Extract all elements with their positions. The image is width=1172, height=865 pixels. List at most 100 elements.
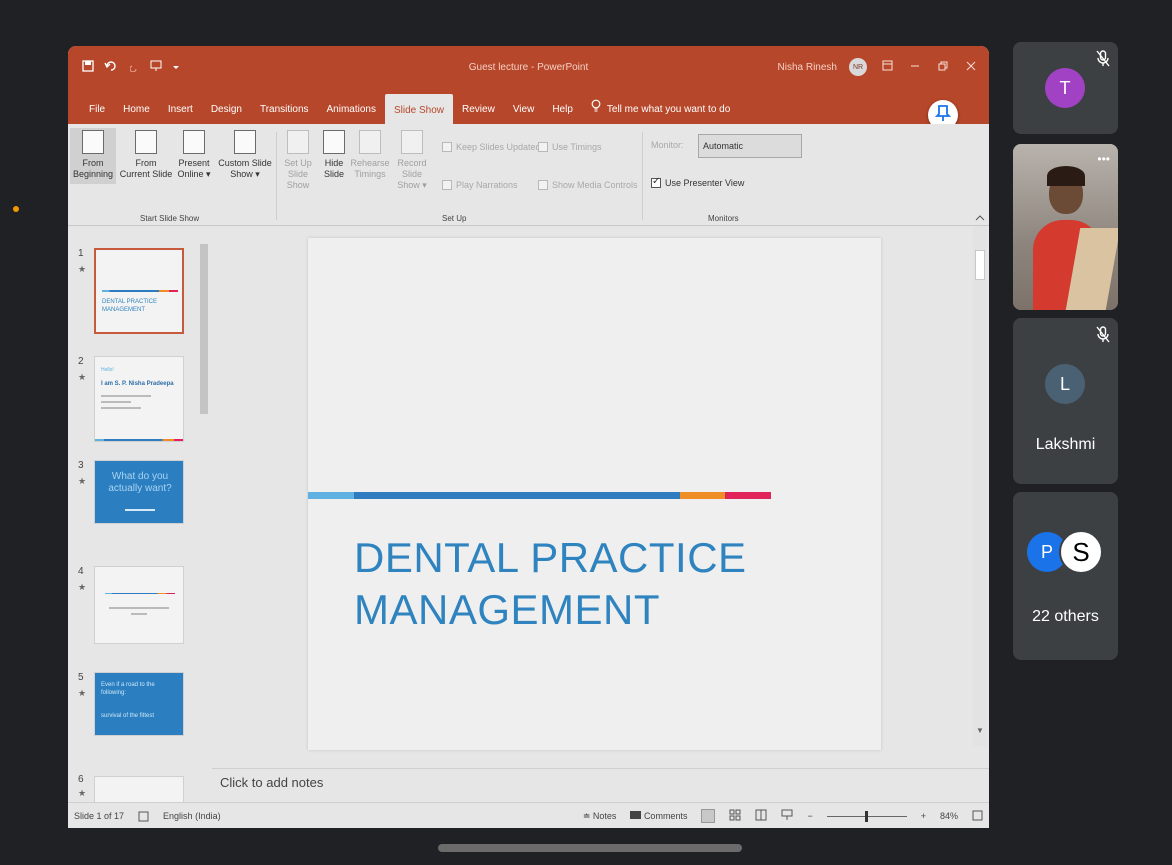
show-media-controls-checkbox[interactable]: Show Media Controls xyxy=(538,180,638,190)
more-options-icon[interactable]: ••• xyxy=(1097,152,1110,166)
close-icon[interactable] xyxy=(963,60,979,74)
thumb-text-line xyxy=(125,509,155,511)
ribbon-display-options-icon[interactable] xyxy=(879,60,895,74)
zoom-slider[interactable] xyxy=(826,810,907,822)
slide-title[interactable]: DENTAL PRACTICE MANAGEMENT xyxy=(354,532,747,636)
participant-tile-video[interactable]: ••• xyxy=(1013,144,1118,310)
tab-transitions[interactable]: Transitions xyxy=(251,94,318,124)
slide-show-view-icon[interactable] xyxy=(781,809,793,823)
bottom-handle-bar[interactable] xyxy=(438,844,742,852)
thumb-number: 2 xyxy=(78,356,84,367)
fit-to-window-icon[interactable] xyxy=(972,810,983,823)
status-left: Slide 1 of 17 English (India) xyxy=(74,811,221,824)
thumb-text-line xyxy=(101,407,141,409)
animation-star-icon: ★ xyxy=(78,688,87,698)
record-slide-show-button[interactable]: Record Slide Show ▾ xyxy=(388,130,436,191)
tab-review[interactable]: Review xyxy=(453,94,504,124)
accent-lines xyxy=(308,492,771,499)
reading-view-icon[interactable] xyxy=(755,809,767,823)
zoom-out-icon[interactable]: − xyxy=(807,811,812,821)
hide-slide-button[interactable]: Hide Slide xyxy=(318,130,350,180)
notes-button[interactable]: ≐ Notes xyxy=(583,811,617,822)
from-beginning-button[interactable]: From Beginning xyxy=(70,128,116,184)
accent-line-light-blue xyxy=(308,492,354,499)
zoom-in-icon[interactable]: + xyxy=(921,811,926,821)
keep-slides-updated-checkbox[interactable]: Keep Slides Updated xyxy=(442,142,541,152)
slide-sorter-icon[interactable] xyxy=(729,809,741,823)
restore-icon[interactable] xyxy=(935,60,951,74)
others-count: 22 others xyxy=(1032,608,1099,625)
zoom-level[interactable]: 84% xyxy=(940,811,958,821)
from-current-slide-icon xyxy=(135,130,157,154)
set-up-slide-show-button[interactable]: Set Up Slide Show xyxy=(278,130,318,191)
recording-indicator xyxy=(13,206,19,212)
tab-view[interactable]: View xyxy=(504,94,544,124)
rehearse-timings-button[interactable]: Rehearse Timings xyxy=(350,130,390,180)
user-avatar[interactable]: NR xyxy=(849,58,867,76)
thumb-text: What do you actually want? xyxy=(108,471,172,494)
user-name[interactable]: Nisha Rinesh xyxy=(778,62,837,73)
thumb-text: DENTAL PRACTICE MANAGEMENT xyxy=(102,299,158,313)
scroll-down-icon[interactable]: ▼ xyxy=(976,726,984,735)
slide-thumbnail-5[interactable]: Even if a road to the following: surviva… xyxy=(94,672,184,736)
set-up-slide-show-icon xyxy=(287,130,309,154)
monitor-select[interactable]: Automatic xyxy=(698,134,802,158)
normal-view-icon[interactable] xyxy=(701,809,716,823)
notes-divider xyxy=(212,768,989,769)
tab-animations[interactable]: Animations xyxy=(318,94,385,124)
participant-tile-others[interactable]: P S 22 others xyxy=(1013,492,1118,660)
slide-scrollbar[interactable]: ▼ xyxy=(973,226,987,746)
tab-insert[interactable]: Insert xyxy=(159,94,202,124)
ribbon-separator xyxy=(276,132,277,220)
checkbox-box xyxy=(538,142,548,152)
slide-thumbnail-6[interactable] xyxy=(94,776,184,802)
thumb-hello: Hello! xyxy=(101,367,114,373)
tab-file[interactable]: File xyxy=(80,94,114,124)
hide-slide-label-2: Slide xyxy=(323,169,344,179)
tab-design[interactable]: Design xyxy=(202,94,251,124)
minimize-icon[interactable] xyxy=(907,60,923,74)
record-label-1: Record Slide xyxy=(397,158,427,179)
slide-canvas[interactable]: DENTAL PRACTICE MANAGEMENT xyxy=(308,238,881,750)
custom-show-label-2: Show ▾ xyxy=(230,169,260,179)
comments-button[interactable]: Comments xyxy=(630,811,687,821)
spell-check-icon[interactable] xyxy=(138,811,149,824)
tell-me-search[interactable]: Tell me what you want to do xyxy=(582,94,739,124)
slide-thumbnail-4[interactable] xyxy=(94,566,184,644)
thumb-number: 1 xyxy=(78,248,84,259)
custom-slide-show-button[interactable]: Custom Slide Show ▾ xyxy=(216,130,274,180)
hide-slide-label-1: Hide xyxy=(324,158,344,168)
tab-home[interactable]: Home xyxy=(114,94,159,124)
comments-label: Comments xyxy=(643,811,688,821)
rehearse-label-2: Timings xyxy=(354,169,386,179)
notes-placeholder[interactable]: Click to add notes xyxy=(220,775,323,790)
checkbox-box xyxy=(651,176,661,188)
tab-help[interactable]: Help xyxy=(543,94,582,124)
from-current-slide-button[interactable]: From Current Slide xyxy=(118,130,174,180)
participant-avatar: L xyxy=(1045,364,1085,404)
language-indicator[interactable]: English (India) xyxy=(163,811,221,824)
play-narrations-label: Play Narrations xyxy=(456,180,518,190)
record-slide-show-icon xyxy=(401,130,423,154)
slide-title-line-2: MANAGEMENT xyxy=(354,586,661,633)
collapse-ribbon-icon[interactable] xyxy=(975,214,985,224)
set-up-group-label: Set Up xyxy=(442,214,467,223)
tab-slide-show[interactable]: Slide Show xyxy=(384,94,454,124)
slide-scroll-thumb[interactable] xyxy=(975,250,985,280)
slide-thumbnail-3[interactable]: What do you actually want? xyxy=(94,460,184,524)
thumbnails-scroll-thumb[interactable] xyxy=(200,244,208,414)
present-online-button[interactable]: Present Online ▾ xyxy=(172,130,216,180)
animation-star-icon: ★ xyxy=(78,582,87,592)
participant-tile-t[interactable]: T xyxy=(1013,42,1118,134)
play-narrations-checkbox[interactable]: Play Narrations xyxy=(442,180,518,190)
slide-thumbnail-1[interactable]: DENTAL PRACTICE MANAGEMENT xyxy=(94,248,184,334)
from-beginning-icon xyxy=(82,130,104,154)
use-timings-checkbox[interactable]: Use Timings xyxy=(538,142,602,152)
powerpoint-window: Guest lecture - PowerPoint Nisha Rinesh … xyxy=(68,46,989,828)
participant-tile-lakshmi[interactable]: L Lakshmi xyxy=(1013,318,1118,484)
slide-thumbnail-2[interactable]: Hello! I am S. P. Nisha Pradeepa xyxy=(94,356,184,442)
hide-slide-icon xyxy=(323,130,345,154)
setup-label-2: Slide Show xyxy=(286,169,310,190)
use-presenter-view-checkbox[interactable]: Use Presenter View xyxy=(651,176,744,188)
thumb-number: 4 xyxy=(78,566,84,577)
